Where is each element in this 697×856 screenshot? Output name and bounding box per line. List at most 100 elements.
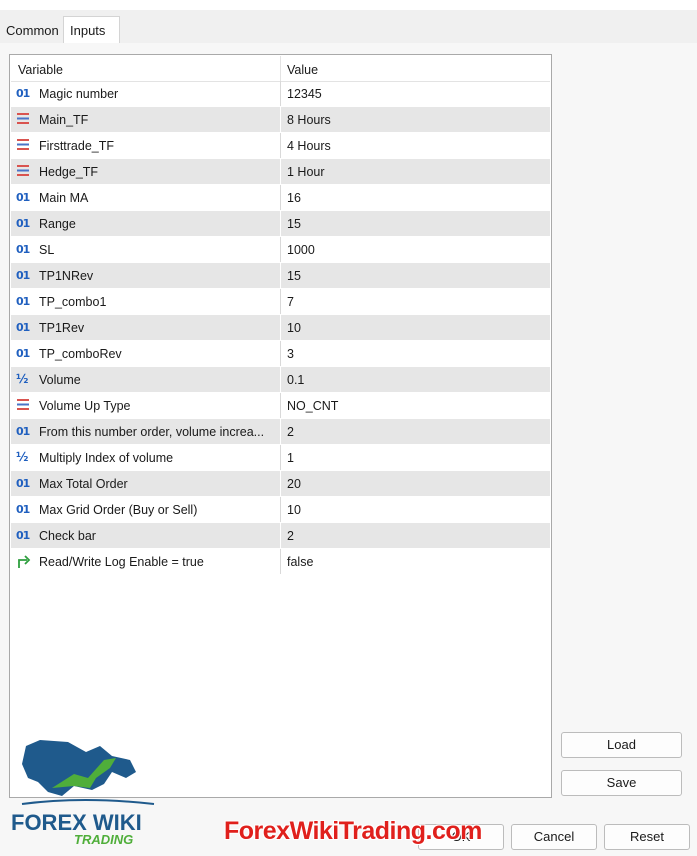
table-row[interactable]: ½ Volume 0.1 xyxy=(11,367,550,393)
variable-name: Main MA xyxy=(39,191,89,205)
cell-separator xyxy=(280,393,281,418)
enum-icon xyxy=(16,112,33,127)
bull-bear-logo-icon: FOREX WIKI TRADING xyxy=(11,740,155,847)
cell-separator xyxy=(280,341,281,366)
table-row[interactable]: Read/Write Log Enable = true false xyxy=(11,549,550,575)
cell-separator xyxy=(280,133,281,158)
int-icon: 01 xyxy=(16,347,30,360)
double-icon: ½ xyxy=(16,372,29,386)
variable-name: Read/Write Log Enable = true xyxy=(39,555,204,569)
double-icon: ½ xyxy=(16,450,29,464)
bool-icon xyxy=(16,554,33,569)
cell-separator xyxy=(280,289,281,314)
table-row[interactable]: 01 TP_comboRev 3 xyxy=(11,341,550,367)
forex-wiki-logo: FOREX WIKI TRADING xyxy=(8,738,158,848)
table-row[interactable]: 01 Range 15 xyxy=(11,211,550,237)
save-button[interactable]: Save xyxy=(561,770,682,796)
column-header-value[interactable]: Value xyxy=(287,63,318,77)
variable-name: TP1NRev xyxy=(39,269,94,283)
cell-separator xyxy=(280,497,281,522)
cell-separator xyxy=(280,445,281,470)
cell-separator xyxy=(280,523,281,548)
variable-value[interactable]: 4 Hours xyxy=(287,139,331,153)
variable-value[interactable]: 8 Hours xyxy=(287,113,331,127)
table-row[interactable]: 01 Magic number 12345 xyxy=(11,81,550,107)
table-row[interactable]: 01 TP1NRev 15 xyxy=(11,263,550,289)
inputs-grid: Variable Value 01 Magic number 12345 Main_T… xyxy=(9,54,552,798)
variable-value[interactable]: 16 xyxy=(287,191,301,205)
cancel-button[interactable]: Cancel xyxy=(511,824,597,850)
variable-name: From this number order, volume increa... xyxy=(39,425,265,439)
table-row[interactable]: 01 Max Total Order 20 xyxy=(11,471,550,497)
int-icon: 01 xyxy=(16,269,30,282)
variable-name: Range xyxy=(39,217,76,231)
variable-name: Hedge_TF xyxy=(39,165,99,179)
cell-separator xyxy=(280,107,281,132)
variable-value[interactable]: 2 xyxy=(287,425,294,439)
variable-name: Main_TF xyxy=(39,113,89,127)
variable-name: TP1Rev xyxy=(39,321,85,335)
variable-name: Multiply Index of volume xyxy=(39,451,174,465)
top-strip xyxy=(0,0,697,10)
table-row[interactable]: 01 TP_combo1 7 xyxy=(11,289,550,315)
cell-separator xyxy=(280,185,281,210)
cell-separator xyxy=(280,263,281,288)
variable-value[interactable]: 1 Hour xyxy=(287,165,325,179)
variable-name: Firsttrade_TF xyxy=(39,139,115,153)
int-icon: 01 xyxy=(16,503,30,516)
int-icon: 01 xyxy=(16,243,30,256)
cell-separator xyxy=(280,159,281,184)
enum-icon xyxy=(16,398,33,413)
variable-name: Max Grid Order (Buy or Sell) xyxy=(39,503,198,517)
variable-value[interactable]: 20 xyxy=(287,477,301,491)
column-separator[interactable] xyxy=(280,56,281,81)
table-row[interactable]: ½ Multiply Index of volume 1 xyxy=(11,445,550,471)
int-icon: 01 xyxy=(16,191,30,204)
variable-value[interactable]: 10 xyxy=(287,503,301,517)
variable-value[interactable]: 1 xyxy=(287,451,294,465)
table-row[interactable]: Volume Up Type NO_CNT xyxy=(11,393,550,419)
variable-value[interactable]: 15 xyxy=(287,217,301,231)
table-row[interactable]: 01 SL 1000 xyxy=(11,237,550,263)
cell-separator xyxy=(280,81,281,106)
grid-header: Variable Value xyxy=(11,56,550,82)
variable-value[interactable]: NO_CNT xyxy=(287,399,338,413)
column-header-variable[interactable]: Variable xyxy=(18,63,63,77)
cell-separator xyxy=(280,419,281,444)
table-row[interactable]: Main_TF 8 Hours xyxy=(11,107,550,133)
table-row[interactable]: Hedge_TF 1 Hour xyxy=(11,159,550,185)
grid-rows: 01 Magic number 12345 Main_TF 8 Hours Firsttr… xyxy=(11,81,550,575)
int-icon: 01 xyxy=(16,217,30,230)
table-row[interactable]: 01 TP1Rev 10 xyxy=(11,315,550,341)
tab-inputs[interactable]: Inputs xyxy=(63,16,120,45)
table-row[interactable]: Firsttrade_TF 4 Hours xyxy=(11,133,550,159)
variable-name: Volume Up Type xyxy=(39,399,131,413)
int-icon: 01 xyxy=(16,529,30,542)
table-row[interactable]: 01 From this number order, volume increa.… xyxy=(11,419,550,445)
table-row[interactable]: 01 Main MA 16 xyxy=(11,185,550,211)
logo-text-trading: TRADING xyxy=(74,832,133,847)
table-row[interactable]: 01 Max Grid Order (Buy or Sell) 10 xyxy=(11,497,550,523)
enum-icon xyxy=(16,164,33,179)
table-row[interactable]: 01 Check bar 2 xyxy=(11,523,550,549)
variable-value[interactable]: 12345 xyxy=(287,87,322,101)
cell-separator xyxy=(280,211,281,236)
cell-separator xyxy=(280,237,281,262)
variable-value[interactable]: 0.1 xyxy=(287,373,304,387)
load-button[interactable]: Load xyxy=(561,732,682,758)
cell-separator xyxy=(280,315,281,340)
enum-icon xyxy=(16,138,33,153)
tab-common[interactable]: Common xyxy=(0,17,69,43)
variable-value[interactable]: 7 xyxy=(287,295,294,309)
variable-value[interactable]: 2 xyxy=(287,529,294,543)
variable-name: Max Total Order xyxy=(39,477,128,491)
variable-value[interactable]: 10 xyxy=(287,321,301,335)
variable-name: Volume xyxy=(39,373,81,387)
variable-value[interactable]: false xyxy=(287,555,313,569)
variable-value[interactable]: 1000 xyxy=(287,243,315,257)
reset-button[interactable]: Reset xyxy=(604,824,690,850)
variable-value[interactable]: 15 xyxy=(287,269,301,283)
variable-name: Magic number xyxy=(39,87,119,101)
variable-value[interactable]: 3 xyxy=(287,347,294,361)
cell-separator xyxy=(280,367,281,392)
